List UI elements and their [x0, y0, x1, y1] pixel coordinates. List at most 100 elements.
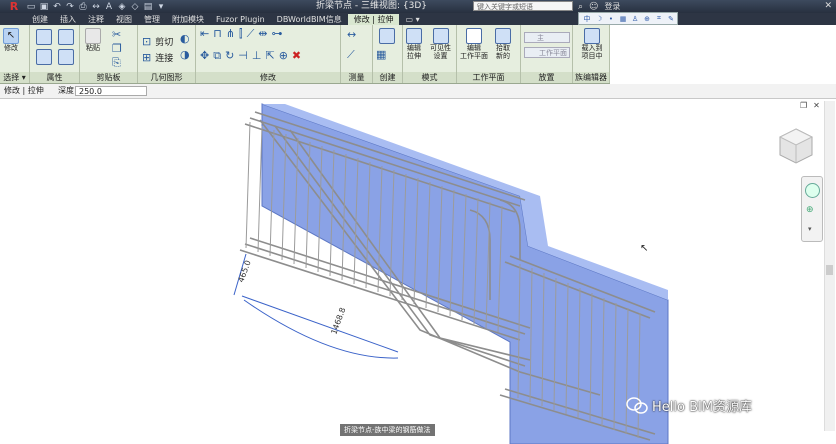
close-hidden-icon[interactable]: ▤ [143, 2, 153, 12]
split-face-icon[interactable]: ◐ [180, 33, 190, 45]
redo-icon[interactable]: ↷ [65, 2, 75, 12]
visibility-icon [432, 28, 449, 44]
match-type-icon[interactable]: ⎘ [112, 57, 121, 69]
pick-new-button[interactable]: 拾取 新的 [495, 28, 511, 60]
tab-dbworld[interactable]: DBWorldBIM信息 [271, 14, 348, 25]
mirror-draw-icon[interactable]: ⫿ [239, 28, 243, 40]
split-element-icon[interactable]: ⟋ [247, 28, 255, 40]
modify-tool-label: 修改 [4, 44, 18, 52]
steering-wheel-icon[interactable] [805, 183, 820, 198]
person-icon[interactable]: ♙ [630, 15, 640, 23]
sign-in-label[interactable]: 登录 [604, 1, 620, 12]
copy-element-icon[interactable]: ⧉ [213, 50, 221, 62]
moon-icon[interactable]: ☽ [594, 15, 604, 23]
edit-extrusion-button[interactable]: 编辑 拉伸 [406, 28, 422, 60]
create-similar-icon[interactable] [379, 28, 395, 44]
dot-icon[interactable]: • [606, 15, 616, 23]
panel-select-label[interactable]: 选择 ▾ [0, 72, 29, 83]
panel-place-label: 放置 [521, 72, 572, 83]
depth-label: 深度 [58, 86, 74, 95]
dim-long-line [241, 295, 399, 353]
load-into-project-button[interactable]: 载入到 项目中 [576, 28, 608, 60]
view-close-icon[interactable]: ✕ [813, 101, 820, 110]
keyboard-icon[interactable]: ▦ [618, 15, 628, 23]
join-geometry-icon[interactable]: ⊞ [142, 51, 151, 64]
viewcube-icon[interactable] [776, 127, 816, 167]
align-icon[interactable]: ⇤ [200, 28, 209, 40]
pin-icon[interactable]: ⊕ [279, 50, 288, 62]
trim-icon[interactable]: ⊣ [238, 50, 248, 62]
save-icon[interactable]: ▣ [39, 2, 49, 12]
user-icon[interactable]: ☺ [589, 2, 598, 12]
type-properties-icon[interactable] [58, 49, 74, 65]
cn-lang-icon[interactable]: 中 [582, 14, 592, 24]
panel-select: ↖ 修改 选择 ▾ [0, 25, 30, 83]
scale-icon[interactable]: ⇱ [265, 50, 274, 62]
tab-fuzor[interactable]: Fuzor Plugin [210, 14, 271, 25]
depth-input[interactable]: 250.0 [75, 86, 147, 96]
edit-workplane-label: 编辑 工作平面 [460, 44, 488, 60]
tab-insert[interactable]: 插入 [54, 14, 82, 25]
3d-view-icon[interactable]: ◈ [117, 2, 127, 12]
viewport-scrollbar[interactable] [824, 101, 835, 431]
mirror-axis-icon[interactable]: ⋔ [226, 28, 235, 40]
cut-icon[interactable]: ✂ [112, 29, 121, 41]
open-icon[interactable]: ▭ [26, 2, 36, 12]
panel-family-editor: 载入到 项目中 族编辑器 [573, 25, 610, 83]
grid-icon[interactable]: ⌗ [654, 14, 664, 23]
restore-icon[interactable]: ❐ [800, 101, 807, 110]
undo-icon[interactable]: ↶ [52, 2, 62, 12]
panel-modify-label: 修改 [196, 72, 340, 83]
create-group-icon[interactable]: ▦ [376, 49, 386, 61]
tool-icon[interactable]: ✎ [666, 15, 676, 23]
paint-icon[interactable]: ◑ [180, 49, 190, 61]
tab-create[interactable]: 创建 [26, 14, 54, 25]
panel-properties-label: 属性 [30, 72, 79, 83]
tab-view[interactable]: 视图 [110, 14, 138, 25]
dim-long-text: 1468.8 [329, 306, 347, 335]
search-icon[interactable]: ⌕ [578, 2, 583, 12]
family-category-icon[interactable] [58, 29, 74, 45]
nav-dropdown-icon[interactable]: ▾ [808, 225, 812, 233]
tab-extra-dropdown[interactable]: ▭ ▾ [399, 14, 425, 25]
tab-manage[interactable]: 管理 [138, 14, 166, 25]
cut-geometry-icon[interactable]: ⊡ [142, 35, 151, 48]
scrollbar-thumb[interactable] [826, 265, 833, 275]
rotate-icon[interactable]: ↻ [225, 50, 234, 62]
section-icon[interactable]: ◇ [130, 2, 140, 12]
edit-workplane-button[interactable]: 编辑 工作平面 [460, 28, 488, 60]
share-icon[interactable]: ⊕ [642, 15, 652, 23]
cut-geometry-label[interactable]: 剪切 [155, 35, 173, 48]
watermark-text: Hello BIM资源库 [652, 400, 753, 415]
tab-modify-extrusion[interactable]: 修改 | 拉伸 [347, 14, 400, 25]
close-icon[interactable]: ✕ [824, 0, 832, 13]
copy-icon[interactable]: ❐ [112, 43, 122, 55]
search-input[interactable]: 键入关键字或短语 [473, 1, 573, 11]
delete-icon[interactable]: ✖ [292, 50, 301, 62]
tab-addins[interactable]: 附加模块 [166, 14, 210, 25]
text-icon[interactable]: A [104, 2, 114, 12]
family-types-icon[interactable] [36, 49, 52, 65]
move-icon[interactable]: ✥ [200, 50, 209, 62]
dropdown-icon[interactable]: ▾ [156, 2, 166, 12]
modify-tool-button[interactable]: ↖ 修改 [3, 28, 19, 52]
tab-annotate[interactable]: 注释 [82, 14, 110, 25]
measure-icon[interactable]: ↔ [91, 2, 101, 12]
offset-icon[interactable]: ⊓ [213, 28, 222, 40]
dimension-icon[interactable]: ⟋ [347, 49, 355, 61]
paste-button[interactable]: 粘贴 [85, 28, 101, 52]
array-icon[interactable]: ⊶ [271, 28, 282, 40]
properties-icon[interactable] [36, 29, 52, 45]
join-geometry-label[interactable]: 连接 [155, 51, 173, 64]
measure-distance-icon[interactable]: ↔ [347, 29, 356, 41]
unpin-icon[interactable]: ⊥ [252, 50, 262, 62]
app-menu-button[interactable]: R [4, 0, 24, 13]
panel-modify: ⇤ ⊓ ⋔ ⫿ ⟋ ⇹ ⊶ ✥ ⧉ ↻ ⊣ ⊥ ⇱ ⊕ ✖ 修改 [196, 25, 341, 83]
zoom-icon[interactable]: ⊕ [806, 205, 814, 215]
print-icon[interactable]: ⎙ [78, 2, 88, 12]
workplane-place-button[interactable]: 工作平面 [524, 47, 570, 58]
split-gap-icon[interactable]: ⇹ [258, 28, 267, 40]
3d-viewport[interactable]: 465.0 1468.8 ↖ [0, 99, 836, 444]
visibility-settings-button[interactable]: 可见性 设置 [430, 28, 451, 60]
host-button[interactable]: 主 [524, 32, 570, 43]
